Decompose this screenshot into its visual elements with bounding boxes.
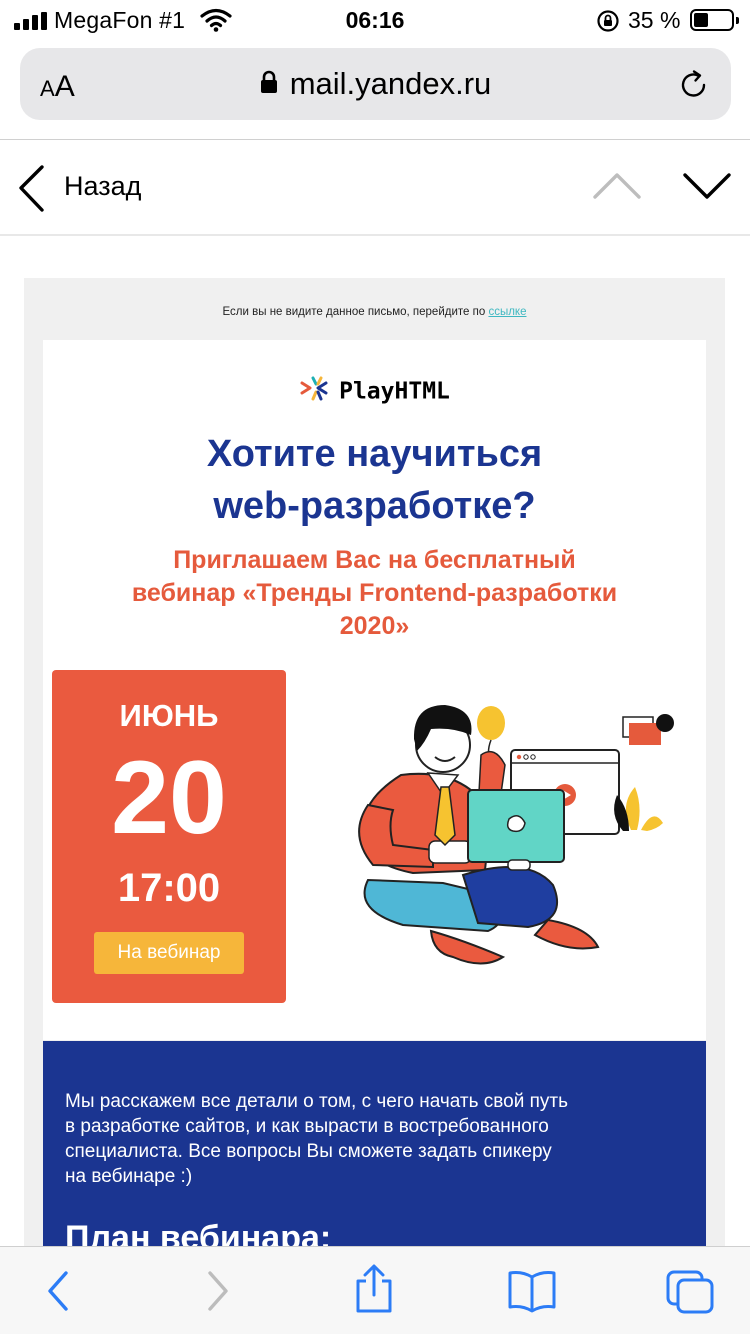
headline-line: Хотите научиться: [206, 433, 543, 475]
chevron-down-icon[interactable]: [682, 170, 732, 207]
lock-icon: [260, 70, 278, 99]
headline-line: web-разработке?: [213, 485, 536, 527]
rotation-lock-icon: [596, 9, 620, 38]
date-month: ИЮНЬ: [119, 698, 219, 733]
reload-icon[interactable]: [677, 68, 711, 107]
subheadline-line: Приглашаем Вас на бесплатный: [173, 546, 576, 574]
battery-icon: [690, 9, 739, 31]
chevron-left-icon[interactable]: [16, 164, 48, 219]
url-field[interactable]: mail.yandex.ru: [20, 66, 731, 102]
preheader-link[interactable]: ссылке: [488, 306, 526, 318]
back-button[interactable]: Назад: [64, 171, 141, 202]
mail-nav-bar: Назад: [0, 140, 750, 235]
intro-line: специалиста. Все вопросы Вы сможете зада…: [65, 1141, 552, 1162]
back-icon[interactable]: [44, 1269, 72, 1318]
email-body: Если вы не видите данное письмо, перейди…: [24, 278, 725, 1258]
browser-toolbar: [0, 1246, 750, 1334]
preheader: Если вы не видите данное письмо, перейди…: [24, 306, 725, 318]
brand-name: PlayHTML: [339, 378, 450, 405]
date-time: 17:00: [117, 866, 221, 910]
webinar-description: Мы расскажем все детали о том, с чего на…: [43, 1041, 706, 1258]
brand-logo: PlayHTML: [43, 374, 706, 409]
subheadline-line: 2020»: [339, 612, 410, 640]
email-card: PlayHTML Хотите научиться web-разработке…: [43, 340, 706, 1040]
divider: [0, 234, 750, 236]
chevron-up-icon[interactable]: [592, 170, 642, 207]
intro-line: на вебинаре :): [65, 1166, 193, 1187]
subheadline: Приглашаем Вас на бесплатный вебинар «Тр…: [73, 544, 676, 643]
webinar-button[interactable]: На вебинар: [94, 932, 244, 974]
bookmarks-icon[interactable]: [506, 1269, 558, 1318]
address-bar[interactable]: AA mail.yandex.ru: [20, 48, 731, 120]
preheader-text: Если вы не видите данное письмо, перейди…: [222, 306, 486, 318]
url-text: mail.yandex.ru: [289, 66, 492, 101]
tabs-icon[interactable]: [664, 1269, 716, 1320]
developer-illustration: [313, 695, 693, 990]
forward-icon[interactable]: [204, 1269, 232, 1318]
intro-line: Мы расскажем все детали о том, с чего на…: [65, 1091, 569, 1112]
battery-percent: 35 %: [628, 7, 681, 33]
status-bar: MegaFon #1 06:16 35 %: [0, 0, 750, 40]
date-day: 20: [111, 740, 227, 856]
subheadline-line: вебинар «Тренды Frontend-разработки: [131, 579, 618, 607]
webinar-date-card: ИЮНЬ 20 17:00 На вебинар: [52, 670, 286, 1003]
intro-text: Мы расскажем все детали о том, с чего на…: [65, 1089, 665, 1189]
headline: Хотите научиться web-разработке?: [43, 428, 706, 532]
playhtml-logo-icon: [299, 374, 329, 409]
intro-line: в разработке сайтов, и как вырасти в вос…: [65, 1116, 549, 1137]
share-icon[interactable]: [352, 1263, 396, 1320]
